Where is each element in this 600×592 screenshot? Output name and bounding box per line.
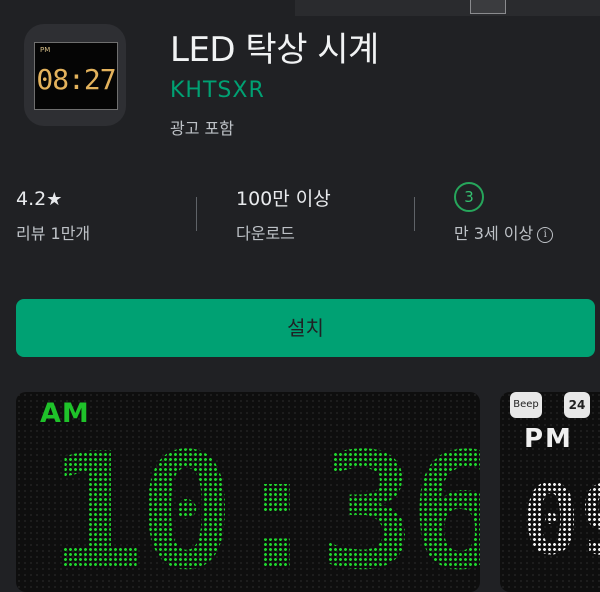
rating-value: 4.2 [16,188,47,210]
screenshot-1-am-pm: AM [40,398,90,429]
top-overlay-bar [0,0,600,16]
age-rating-badge-icon: 3 [454,182,484,212]
beep-chip: Beep [510,392,542,418]
ads-notice: 광고 포함 [170,119,234,138]
format-24-chip: 24 [564,392,590,418]
screenshot-2[interactable]: Beep 24 PM 09 [500,392,600,592]
downloads-stat: 100만 이상 다운로드 [236,186,331,244]
top-overlay-dim [0,0,295,16]
content-rating-stat[interactable]: 3 만 3세 이상 i [454,182,554,244]
screenshot-1[interactable]: AM 10:36 [16,392,480,592]
info-icon[interactable]: i [537,226,554,243]
rating-stat[interactable]: 4.2★ 리뷰 1만개 [16,186,90,244]
overlay-button[interactable] [470,0,506,14]
screenshot-2-am-pm: PM [524,424,573,454]
content-rating-label: 만 3세 이상 [454,224,534,243]
screenshot-1-time: 10:36 [48,418,480,592]
downloads-label: 다운로드 [236,224,295,243]
developer-link[interactable]: KHTSXR [170,78,265,103]
rating-reviews-label: 리뷰 1만개 [16,224,91,243]
stat-divider [196,197,197,231]
star-icon: ★ [46,189,63,210]
app-icon-time: 08:27 [36,63,116,96]
app-icon: PM 08:27 [24,24,126,126]
stat-divider [414,197,415,231]
app-icon-clock-screen: PM 08:27 [34,42,118,110]
screenshot-2-time: 09 [522,464,600,576]
install-button[interactable]: 설치 [16,299,595,357]
app-icon-am-pm: PM [40,46,51,54]
app-title: LED 탁상 시계 [170,30,379,70]
downloads-value: 100만 이상 [236,188,331,210]
